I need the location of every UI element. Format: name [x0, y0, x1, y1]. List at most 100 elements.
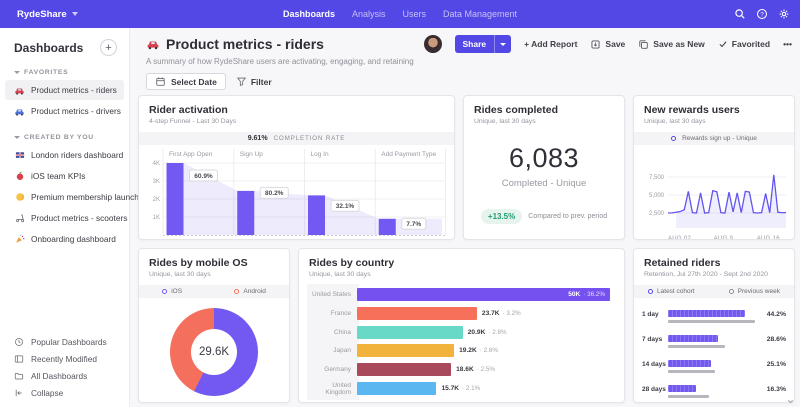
sidebar-footer-popular-dashboards[interactable]: Popular Dashboards	[0, 333, 129, 350]
pct-label: · 2.1%	[462, 385, 480, 392]
svg-text:7.7%: 7.7%	[406, 221, 421, 228]
previous-week-bar[interactable]	[668, 370, 715, 373]
gear-icon[interactable]	[777, 8, 790, 21]
pct-label: · 2.5%	[477, 366, 495, 373]
bar-value: 18.6K· 2.5%	[456, 366, 495, 373]
card-title: Rider activation	[149, 104, 444, 116]
bar[interactable]	[357, 382, 436, 395]
collapse-icon	[14, 388, 24, 398]
line-chart[interactable]: 7,5005,0002,500AUG 02AUG 9AUG 16	[634, 145, 794, 240]
legend-android[interactable]: Android	[234, 288, 265, 295]
sidebar-item-premium-membership-launch[interactable]: Premium membership launch	[5, 187, 124, 207]
share-dropdown-caret[interactable]	[494, 35, 511, 53]
sidebar-item-ios-team-kpis[interactable]: iOS team KPIs	[5, 166, 124, 186]
category-label: Japan	[307, 347, 357, 354]
sidebar-item-onboarding-dashboard[interactable]: Onboarding dashboard	[5, 229, 124, 249]
retention-row-14-days[interactable]: 14 days25.1%	[642, 360, 786, 376]
sidebar-title: Dashboards	[14, 41, 83, 55]
more-button[interactable]: •••	[783, 39, 792, 49]
bar[interactable]	[357, 326, 463, 339]
latest-cohort-bar[interactable]	[668, 360, 711, 367]
country-bar-chart[interactable]: United States50K· 36.2% France23.7K· 3.2%…	[299, 284, 624, 403]
legend-previous-week[interactable]: Previous week	[729, 288, 780, 295]
nav-tab-data-management[interactable]: Data Management	[443, 9, 517, 19]
card-subtitle: 4-step Funnel - Last 30 Days	[149, 118, 444, 125]
svg-text:60.9%: 60.9%	[194, 173, 213, 180]
funnel-chart[interactable]: 4K3K2K1KFirst App OpenSign UpLog InAdd P…	[139, 145, 454, 239]
latest-cohort-bar[interactable]	[668, 385, 696, 392]
search-icon[interactable]	[733, 8, 746, 21]
sidebar-footer-all-dashboards[interactable]: All Dashboards	[0, 367, 129, 384]
nav-tab-users[interactable]: Users	[402, 9, 426, 19]
bar-value: 20.9K· 2.8%	[468, 329, 507, 336]
country-row-germany[interactable]: Germany 18.6K· 2.5%	[307, 363, 495, 376]
nav-tab-analysis[interactable]: Analysis	[352, 9, 386, 19]
sidebar-item-product-metrics-riders[interactable]: Product metrics - riders	[5, 80, 124, 100]
country-row-france[interactable]: France23.7K· 3.2%	[307, 307, 521, 320]
category-label: Germany	[307, 366, 357, 373]
select-date-button[interactable]: Select Date	[146, 73, 226, 90]
bar[interactable]	[357, 344, 454, 357]
sidebar-footer-recently-modified[interactable]: Recently Modified	[0, 350, 129, 367]
sidebar-item-label: Product metrics - drivers	[31, 106, 121, 116]
previous-week-bar[interactable]	[668, 320, 755, 323]
sidebar-section-created-by-you[interactable]: CREATED BY YOU	[14, 134, 129, 141]
sidebar-item-product-metrics-scooters[interactable]: Product metrics - scooters	[5, 208, 124, 228]
value-label: 50K	[568, 291, 580, 298]
sidebar-sections: FAVORITES Product metrics - riders Product…	[0, 69, 129, 249]
save-as-new-button[interactable]: Save as New	[638, 39, 705, 50]
retention-value: 25.1%	[767, 361, 786, 368]
bar[interactable]	[357, 307, 477, 320]
latest-cohort-bar[interactable]	[668, 335, 718, 342]
coin-icon	[14, 192, 25, 203]
donut-chart[interactable]: 29.6K	[170, 308, 258, 396]
nav-tab-dashboards[interactable]: Dashboards	[283, 9, 335, 19]
app: RydeShare DashboardsAnalysisUsersData Ma…	[0, 0, 800, 407]
country-row-united-states[interactable]: United States50K· 36.2%	[307, 288, 610, 301]
sidebar-item-label: Premium membership launch	[31, 192, 139, 202]
legend-ios[interactable]: iOS	[162, 288, 182, 295]
retention-row-7-days[interactable]: 7 days28.6%	[642, 335, 786, 351]
scroll-chevron-icon[interactable]	[786, 397, 795, 406]
chevron-down-icon	[14, 71, 20, 74]
sidebar-footer-collapse[interactable]: Collapse	[0, 384, 129, 401]
avatar[interactable]	[424, 35, 442, 53]
retention-row-28-days[interactable]: 28 days16.3%	[642, 385, 786, 401]
sidebar-item-london-riders-dashboard[interactable]: London riders dashboard	[5, 145, 124, 165]
main-content: Product metrics - riders A summary of ho…	[130, 28, 800, 407]
value-label: 18.6K	[456, 366, 474, 373]
car-icon	[146, 37, 160, 51]
country-row-japan[interactable]: Japan19.2K· 2.6%	[307, 344, 498, 357]
sidebar-item-product-metrics-drivers[interactable]: Product metrics - drivers	[5, 101, 124, 121]
card-title: Rides by mobile OS	[149, 257, 279, 269]
bar[interactable]: 50K· 36.2%	[357, 288, 610, 301]
favorited-button[interactable]: Favorited	[718, 39, 770, 49]
retention-chart[interactable]: 1 day44.2% 7 days28.6% 14 days25.1% 28 days…	[634, 304, 794, 403]
series-ring-icon	[648, 289, 653, 294]
legend-latest-cohort[interactable]: Latest cohort	[648, 288, 695, 295]
help-icon[interactable]: ?	[755, 8, 768, 21]
series-ring-icon	[234, 289, 239, 294]
retention-row-1-day[interactable]: 1 day44.2%	[642, 310, 786, 326]
country-row-united-kingdom[interactable]: United Kingdom15.7K· 2.1%	[307, 382, 480, 395]
add-report-button[interactable]: + Add Report	[524, 39, 577, 49]
sidebar-item-label: iOS team KPIs	[31, 171, 85, 181]
sidebar-item-label: London riders dashboard	[31, 150, 123, 160]
footer-item-label: Popular Dashboards	[31, 337, 107, 347]
save-button[interactable]: Save	[590, 39, 625, 50]
svg-text:Log In: Log In	[311, 151, 329, 158]
pct-label: · 36.2%	[583, 291, 605, 298]
country-row-china[interactable]: China20.9K· 2.8%	[307, 326, 507, 339]
latest-cohort-bar[interactable]	[668, 310, 745, 317]
share-button[interactable]: Share	[455, 35, 512, 53]
svg-text:Sign Up: Sign Up	[240, 151, 264, 158]
retention-legend: Latest cohort Previous week	[634, 285, 794, 298]
add-dashboard-button[interactable]: +	[100, 39, 117, 56]
svg-text:First App Open: First App Open	[169, 151, 213, 158]
sidebar-section-favorites[interactable]: FAVORITES	[14, 69, 129, 76]
previous-week-bar[interactable]	[668, 395, 709, 398]
filter-button[interactable]: Filter	[236, 73, 272, 90]
category-label: France	[307, 310, 357, 317]
previous-week-bar[interactable]	[668, 345, 725, 348]
bar[interactable]	[357, 363, 451, 376]
